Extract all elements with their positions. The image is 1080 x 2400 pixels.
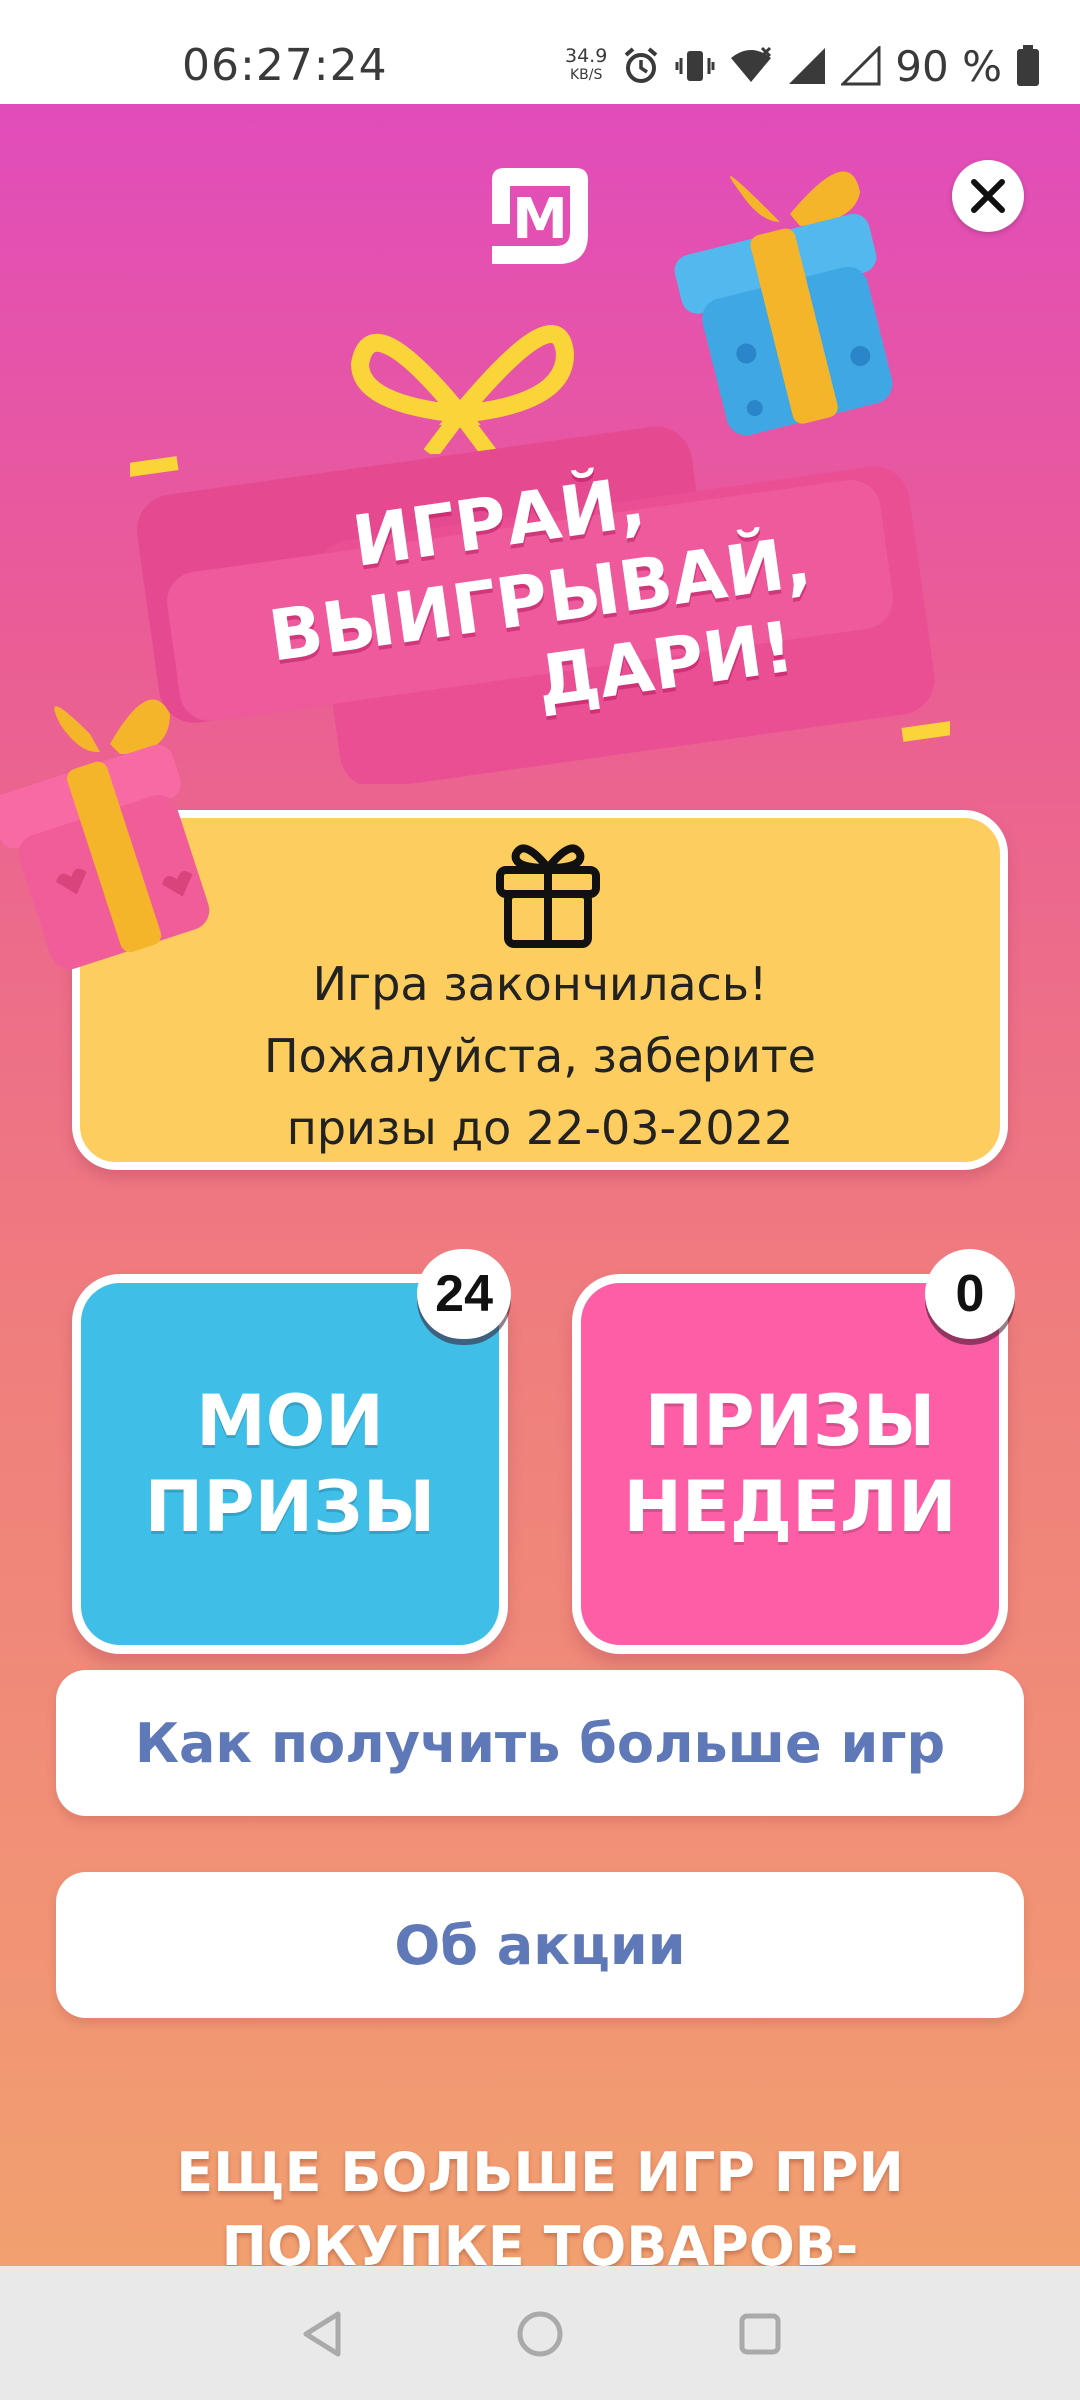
promo-screen: М ИГРАЙ, ВЫИГРЫВАЙ, ДАРИ! Игра закончила… [0,104,1080,2266]
svg-text:М: М [512,187,568,252]
battery-percent: 90 % [895,41,1002,91]
recents-icon [739,2313,781,2355]
week-prizes-button[interactable]: 0 ПРИЗЫ НЕДЕЛИ [572,1249,1015,1654]
pink-gift-icon [0,699,210,970]
network-speed: 34.9 KB/S [564,45,608,84]
magnit-logo: М [492,168,588,264]
nav-back-button[interactable] [290,2302,354,2366]
gift-icon [496,844,600,948]
my-prizes-count-badge: 24 [417,1249,511,1339]
signal-icon-2 [841,46,881,86]
status-bar: 06:27:24 34.9 KB/S 90 % [0,0,1080,104]
status-icons: 34.9 KB/S 90 % [565,36,1040,96]
signal-icon [789,48,826,84]
more-games-heading: ЕЩЕ БОЛЬШЕ ИГР ПРИ ПОКУПКЕ ТОВАРОВ- [176,2141,904,2266]
battery-icon [1017,45,1039,86]
more-games-button[interactable]: Как получить больше игр [56,1670,1024,1816]
wifi-icon [731,46,772,82]
my-prizes-button[interactable]: 24 МОИ ПРИЗЫ [72,1249,511,1654]
home-icon [517,2311,563,2357]
navigation-bar [0,2266,1080,2400]
alarm-icon [624,47,658,83]
vibrate-icon [675,51,715,81]
week-prizes-count-badge: 0 [925,1249,1015,1339]
close-icon [971,179,1005,213]
nav-home-button[interactable] [508,2302,572,2366]
promo-banner: ИГРАЙ, ВЫИГРЫВАЙ, ДАРИ! [130,325,950,784]
back-icon [303,2311,341,2357]
about-promo-button[interactable]: Об акции [56,1872,1024,2018]
close-button[interactable] [952,160,1024,232]
status-time: 06:27:24 [182,40,388,91]
game-over-message: Игра закончилась! Пожалуйста, заберите п… [264,957,816,1155]
nav-recents-button[interactable] [728,2302,792,2366]
